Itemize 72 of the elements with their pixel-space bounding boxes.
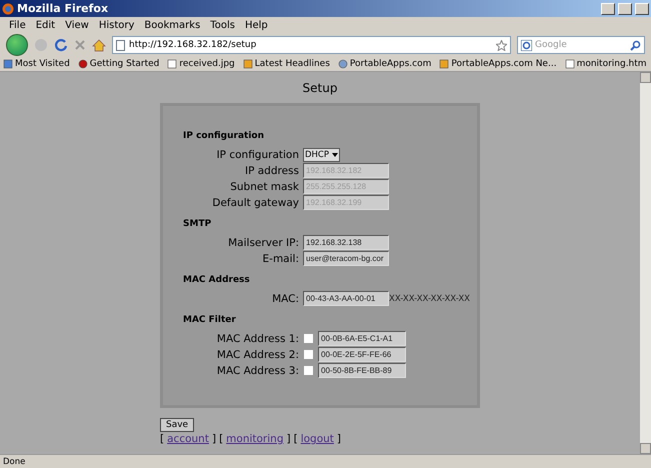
folder-icon <box>3 58 13 68</box>
page-icon <box>116 40 125 50</box>
bookmark-link[interactable]: Most Visited <box>15 58 70 68</box>
nav-link[interactable]: logout <box>300 433 334 445</box>
globe-icon <box>338 58 348 68</box>
section-heading: SMTP <box>183 219 212 229</box>
minimize-button[interactable] <box>601 2 615 14</box>
browser-logo-icon <box>2 2 14 14</box>
field-label: MAC: <box>271 292 300 304</box>
text-field[interactable]: 00-0B-6A-E5-C1-A1 <box>318 331 406 346</box>
field-label: MAC Address 2: <box>216 348 300 360</box>
field-label: Default gateway <box>211 196 300 208</box>
field-label: IP configuration <box>216 148 300 160</box>
restore-button[interactable] <box>618 2 632 14</box>
bracket: ] <box>212 433 216 445</box>
checkbox[interactable] <box>303 333 314 344</box>
status-text: Done <box>0 454 651 468</box>
field-label: Subnet mask <box>229 180 300 192</box>
bracket: [ <box>294 433 298 445</box>
window-title: Mozilla Firefox <box>17 2 110 15</box>
bug-icon <box>78 58 88 68</box>
bookmark-link[interactable]: monitoring.htm <box>576 58 647 68</box>
bracket: [ <box>219 433 224 445</box>
bookmark-link[interactable]: PortableApps.com <box>350 58 432 68</box>
nav-link[interactable]: monitoring <box>226 433 284 445</box>
bracket: [ <box>160 433 164 445</box>
folder-icon <box>439 58 450 68</box>
section-heading: MAC Filter <box>183 315 237 325</box>
section-heading: IP configuration <box>183 131 266 141</box>
bookmark-link[interactable]: received.jpg <box>179 58 235 68</box>
format-hint: XX-XX-XX-XX-XX-XX <box>389 294 470 304</box>
address-field[interactable]: http://192.168.32.182/setup <box>112 36 511 54</box>
menu-item[interactable]: Edit <box>32 20 58 31</box>
checkbox[interactable] <box>303 365 314 376</box>
menu-item[interactable]: Tools <box>207 20 238 31</box>
menu-item[interactable]: History <box>96 20 138 31</box>
nav-link[interactable]: account <box>167 433 209 445</box>
home-icon[interactable] <box>92 38 106 52</box>
text-field[interactable]: 00-43-A3-AA-00-01 <box>303 291 389 306</box>
text-field[interactable]: user@teracom-bg.cor <box>303 251 389 266</box>
caret-icon <box>331 150 339 158</box>
menu-item[interactable]: Bookmarks <box>141 20 204 31</box>
reload-icon[interactable] <box>54 38 68 52</box>
url-text: http://192.168.32.182/setup <box>129 40 256 50</box>
text-field[interactable]: 00-0E-2E-5F-FE-66 <box>318 347 406 362</box>
field-label: MAC Address 1: <box>216 332 300 344</box>
field-label: Mailserver IP: <box>227 236 300 248</box>
page-icon <box>167 58 178 68</box>
star-icon[interactable] <box>496 40 507 50</box>
bookmark-link[interactable]: PortableApps.com Ne... <box>451 58 557 68</box>
bookmark-link[interactable]: Latest Headlines <box>254 58 330 68</box>
field-label: E-mail: <box>262 252 300 264</box>
ip-mode-dropdown[interactable]: DHCP <box>303 148 340 162</box>
page-icon <box>564 58 575 68</box>
field-label: IP address <box>244 164 300 176</box>
section-heading: MAC Address <box>183 275 251 285</box>
folder-icon <box>242 58 253 68</box>
field-label: MAC Address 3: <box>216 364 300 376</box>
search-icon[interactable] <box>630 40 641 50</box>
back-button[interactable] <box>6 34 28 56</box>
save-button[interactable]: Save <box>160 418 194 432</box>
bookmark-link[interactable]: Getting Started <box>90 58 160 68</box>
checkbox[interactable] <box>303 349 314 360</box>
menu-item[interactable]: File <box>6 20 29 31</box>
menu-item[interactable]: Help <box>242 20 271 31</box>
menu-item[interactable]: View <box>62 20 92 31</box>
text-field[interactable]: 192.168.32.138 <box>303 235 389 250</box>
text-field[interactable]: 00-50-8B-FE-BB-89 <box>318 363 406 378</box>
bracket: ] <box>336 433 342 445</box>
page-title: Setup <box>302 81 338 95</box>
bracket: ] <box>286 433 291 445</box>
close-button[interactable] <box>635 2 649 14</box>
